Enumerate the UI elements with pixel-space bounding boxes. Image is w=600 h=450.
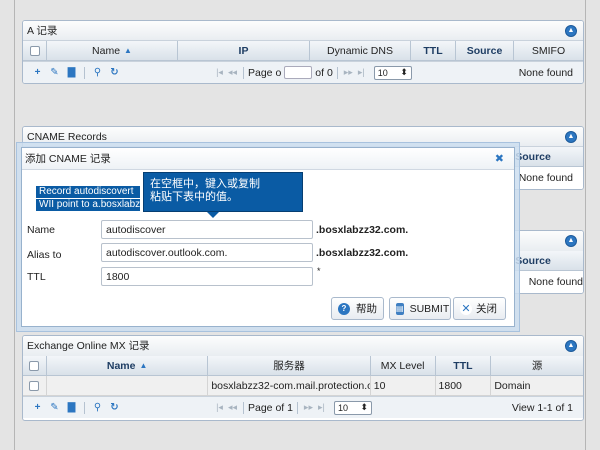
status-text: None found: [518, 67, 573, 79]
select-all-checkbox[interactable]: [23, 41, 47, 60]
panel-title: Exchange Online MX 记录: [27, 340, 150, 352]
submit-button-label: SUBMIT: [409, 302, 450, 315]
help-icon: ?: [338, 302, 350, 315]
mx-pager: + ✎ ▇ ⚲ ↻ |◂ ◂◂ Page of 1 ▸▸ ▸| 10 ⬍ View…: [23, 396, 583, 418]
collapse-icon[interactable]: ▲: [565, 340, 577, 352]
collapse-icon[interactable]: ▲: [565, 131, 577, 143]
search-icon[interactable]: ⚲: [89, 402, 106, 413]
delete-icon[interactable]: ▇: [63, 67, 80, 78]
page-of-label: of 0: [315, 66, 333, 79]
callout-arrow: [207, 212, 219, 218]
dialog-title-bar: 添加 CNAME 记录 ✖: [22, 148, 514, 170]
ttl-label: TTL: [27, 271, 46, 283]
page-size-select[interactable]: 10 ⬍: [333, 400, 372, 415]
dialog-title: 添加 CNAME 记录: [25, 153, 111, 165]
help-button-label: 帮助: [356, 303, 377, 315]
sort-icon: ▲: [124, 46, 132, 55]
prev-page-icon[interactable]: ◂◂: [226, 67, 239, 78]
refresh-icon[interactable]: ↻: [106, 67, 123, 78]
edit-icon[interactable]: ✎: [46, 402, 63, 413]
collapse-icon[interactable]: ▲: [565, 25, 577, 37]
column-ip[interactable]: IP: [178, 41, 310, 60]
required-marker: *: [317, 266, 321, 276]
add-icon[interactable]: +: [29, 402, 46, 413]
submit-icon: ▤: [396, 302, 404, 315]
column-mx-level[interactable]: MX Level: [371, 356, 436, 375]
status-text: None found: [518, 172, 573, 184]
next-page-icon[interactable]: ▸▸: [302, 402, 315, 413]
edit-icon[interactable]: ✎: [46, 67, 63, 78]
last-page-icon[interactable]: ▸|: [355, 67, 368, 78]
column-dynamic-dns[interactable]: Dynamic DNS: [310, 41, 411, 60]
panel-title: A 记录: [27, 25, 58, 37]
cell-server: bosxlabzz32-com.mail.protection.ou: [208, 376, 371, 395]
status-text: View 1-1 of 1: [511, 402, 573, 414]
page-label: Page of 1: [248, 401, 293, 414]
stepper-icon: ⬍: [360, 402, 368, 412]
next-page-icon[interactable]: ▸▸: [342, 67, 355, 78]
alias-label: Alias to: [27, 249, 62, 261]
row-checkbox[interactable]: [23, 376, 47, 395]
callout-line-1: 在空框中，键入或复制: [150, 178, 260, 190]
column-name[interactable]: Name ▲: [47, 356, 209, 375]
close-icon: ✕: [460, 302, 472, 315]
column-ttl[interactable]: TTL: [411, 41, 456, 60]
page-input[interactable]: [284, 66, 313, 79]
close-button-label: 关闭: [476, 303, 497, 315]
refresh-icon[interactable]: ↻: [106, 402, 123, 413]
highlight-line-2: WII point to a.bosxlabz: [36, 199, 140, 211]
a-records-header: Name ▲ IP Dynamic DNS TTL Source SMIFO: [23, 41, 583, 61]
alias-suffix: .bosxlabzz32.com.: [316, 247, 409, 259]
status-text: None found: [528, 276, 583, 288]
cell-ttl: 1800: [436, 376, 492, 395]
ttl-field[interactable]: [101, 267, 313, 286]
sort-icon: ▲: [139, 361, 148, 370]
column-source[interactable]: Source: [511, 251, 583, 270]
column-source[interactable]: Source: [511, 147, 583, 166]
search-icon[interactable]: ⚲: [89, 67, 106, 78]
name-label: Name: [27, 224, 56, 236]
name-field[interactable]: [101, 220, 313, 239]
select-all-checkbox[interactable]: [23, 356, 47, 375]
mx-records-panel: Exchange Online MX 记录 ▲ Name ▲ 服务器 MX Lev…: [22, 335, 584, 421]
help-button[interactable]: ? 帮助: [331, 297, 384, 320]
a-records-pager: + ✎ ▇ ⚲ ↻ |◂ ◂◂ Page o of 0 ▸▸ ▸| 10 ⬍ No…: [23, 61, 583, 83]
highlight-line-1: Record autodiscovert: [36, 186, 140, 198]
a-records-panel: A 记录 ▲ Name ▲ IP Dynamic DNS TTL Source S…: [22, 20, 584, 84]
table-row[interactable]: bosxlabzz32-com.mail.protection.ou 10 18…: [23, 376, 583, 396]
column-server[interactable]: 服务器: [208, 356, 371, 375]
frame-border-right: [585, 0, 586, 450]
column-ttl[interactable]: TTL: [436, 356, 492, 375]
column-source[interactable]: 源: [491, 356, 583, 375]
last-page-icon[interactable]: ▸|: [315, 402, 328, 413]
mx-title-bar: Exchange Online MX 记录 ▲: [23, 336, 583, 356]
callout-line-2: 粘贴下表中的值。: [150, 191, 238, 203]
submit-button[interactable]: ▤ SUBMIT: [389, 297, 451, 320]
close-button[interactable]: ✕ 关闭: [453, 297, 506, 320]
page-label: Page o: [248, 66, 282, 79]
column-name[interactable]: Name ▲: [47, 41, 178, 60]
delete-icon[interactable]: ▇: [63, 402, 80, 413]
column-smifo[interactable]: SMIFO: [514, 41, 583, 60]
name-suffix: .bosxlabzz32.com.: [316, 224, 409, 236]
first-page-icon[interactable]: |◂: [213, 402, 226, 413]
cell-source: Domain: [494, 379, 531, 392]
close-icon[interactable]: ✖: [495, 148, 504, 170]
frame-border-left: [14, 0, 15, 450]
alias-field[interactable]: [101, 243, 313, 262]
column-source[interactable]: Source: [456, 41, 514, 60]
page-size-select[interactable]: 10 ⬍: [373, 65, 412, 80]
prev-page-icon[interactable]: ◂◂: [226, 402, 239, 413]
stepper-icon: ⬍: [400, 67, 408, 77]
mx-header: Name ▲ 服务器 MX Level TTL 源: [23, 356, 583, 376]
a-records-title-bar: A 记录 ▲: [23, 21, 583, 41]
collapse-icon[interactable]: ▲: [565, 235, 577, 247]
cell-name: [47, 376, 209, 395]
instruction-callout: 在空框中，键入或复制 粘贴下表中的值。: [143, 172, 303, 212]
cell-mx-level: 10: [371, 376, 436, 395]
first-page-icon[interactable]: |◂: [213, 67, 226, 78]
add-icon[interactable]: +: [29, 67, 46, 78]
